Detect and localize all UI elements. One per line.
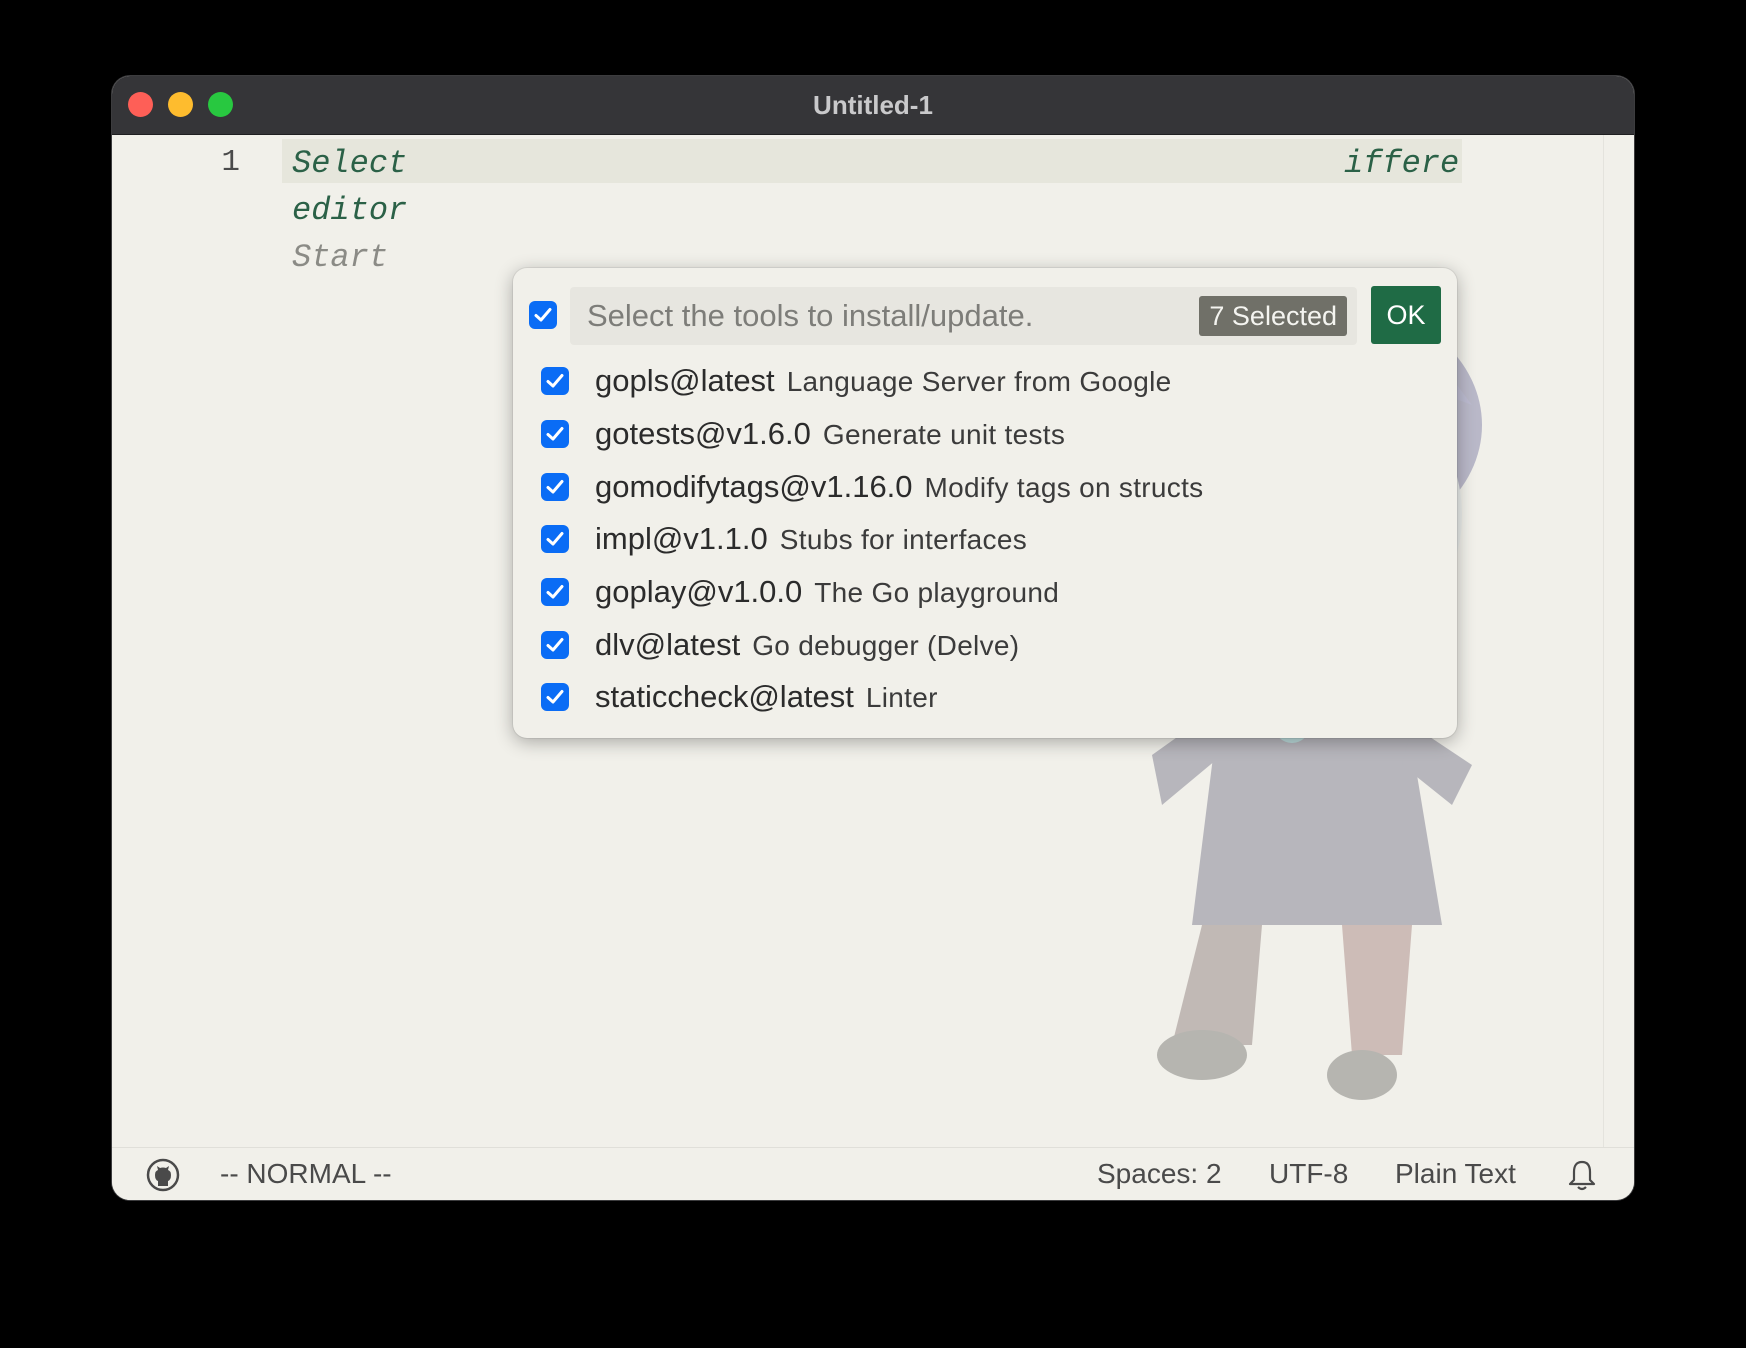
- checkmark-icon: [546, 374, 564, 388]
- list-item[interactable]: goplay@v1.0.0 The Go playground: [513, 565, 1457, 618]
- current-line-highlight: [282, 139, 1462, 183]
- checkmark-icon: [546, 585, 564, 599]
- list-item[interactable]: gopls@latest Language Server from Google: [513, 354, 1457, 407]
- quick-pick-input[interactable]: Select the tools to install/update. 7 Se…: [570, 287, 1357, 345]
- item-checkbox[interactable]: [541, 631, 569, 659]
- window-title: Untitled-1: [813, 90, 933, 120]
- tool-description: Stubs for interfaces: [779, 524, 1027, 555]
- item-checkbox[interactable]: [541, 578, 569, 606]
- selected-count-badge: 7 Selected: [1199, 296, 1347, 336]
- code-line-text[interactable]: editor: [292, 192, 407, 229]
- tool-name: staticcheck@latest: [595, 679, 854, 714]
- list-item[interactable]: gomodifytags@v1.16.0 Modify tags on struc…: [513, 460, 1457, 513]
- checkmark-icon: [546, 638, 564, 652]
- language-mode-status[interactable]: Plain Text: [1395, 1148, 1516, 1200]
- checkmark-icon: [546, 690, 564, 704]
- tool-name: dlv@latest: [595, 627, 741, 662]
- tool-description: The Go playground: [814, 577, 1060, 608]
- indentation-status[interactable]: Spaces: 2: [1097, 1148, 1222, 1200]
- checkmark-icon: [546, 532, 564, 546]
- item-label: gopls@latest Language Server from Google: [595, 354, 1171, 413]
- item-label: dlv@latest Go debugger (Delve): [595, 618, 1019, 677]
- item-label: gotests@v1.6.0 Generate unit tests: [595, 407, 1065, 466]
- item-checkbox[interactable]: [541, 525, 569, 553]
- select-all-checkbox[interactable]: [529, 301, 557, 329]
- editor-window: Untitled-1 1 Select editor Start iffere: [112, 76, 1634, 1200]
- item-label: gomodifytags@v1.16.0 Modify tags on struc…: [595, 460, 1203, 519]
- tool-name: gotests@v1.6.0: [595, 416, 811, 451]
- tool-name: gopls@latest: [595, 363, 775, 398]
- vim-mode-indicator: -- NORMAL --: [220, 1158, 392, 1189]
- list-item[interactable]: gotests@v1.6.0 Generate unit tests: [513, 407, 1457, 460]
- checkmark-icon: [534, 308, 552, 322]
- list-item[interactable]: dlv@latest Go debugger (Delve): [513, 618, 1457, 671]
- item-checkbox[interactable]: [541, 367, 569, 395]
- bell-icon[interactable]: [1566, 1158, 1598, 1192]
- item-label: staticcheck@latest Linter: [595, 670, 938, 729]
- list-item[interactable]: staticcheck@latest Linter: [513, 670, 1457, 723]
- code-line-text[interactable]: Start: [292, 239, 388, 276]
- title-bar[interactable]: Untitled-1: [112, 76, 1634, 135]
- github-icon[interactable]: [146, 1158, 180, 1192]
- code-line-text[interactable]: Select: [292, 145, 407, 182]
- tool-description: Language Server from Google: [786, 366, 1172, 397]
- status-bar: -- NORMAL -- Spaces: 2 UTF-8 Plain Text: [112, 1147, 1634, 1200]
- line-number: 1: [221, 145, 240, 180]
- scrollbar[interactable]: [1603, 135, 1604, 1147]
- item-label: goplay@v1.0.0 The Go playground: [595, 565, 1059, 624]
- item-checkbox[interactable]: [541, 683, 569, 711]
- input-placeholder: Select the tools to install/update.: [587, 298, 1034, 333]
- tool-description: Go debugger (Delve): [752, 630, 1020, 661]
- tool-description: Modify tags on structs: [924, 472, 1204, 503]
- checkmark-icon: [546, 427, 564, 441]
- tool-name: goplay@v1.0.0: [595, 574, 803, 609]
- item-checkbox[interactable]: [541, 420, 569, 448]
- tool-description: Generate unit tests: [822, 419, 1066, 450]
- checkmark-icon: [546, 480, 564, 494]
- list-item[interactable]: impl@v1.1.0 Stubs for interfaces: [513, 512, 1457, 565]
- tool-name: gomodifytags@v1.16.0: [595, 469, 913, 504]
- code-line-text[interactable]: iffere: [1344, 145, 1459, 182]
- item-checkbox[interactable]: [541, 473, 569, 501]
- editor-area[interactable]: 1 Select editor Start iffere Select the …: [112, 135, 1634, 1147]
- encoding-status[interactable]: UTF-8: [1269, 1148, 1348, 1200]
- tool-description: Linter: [865, 682, 938, 713]
- ok-button[interactable]: OK: [1371, 286, 1441, 344]
- tool-name: impl@v1.1.0: [595, 521, 768, 556]
- quick-pick-dialog: Select the tools to install/update. 7 Se…: [513, 268, 1457, 738]
- item-label: impl@v1.1.0 Stubs for interfaces: [595, 512, 1027, 571]
